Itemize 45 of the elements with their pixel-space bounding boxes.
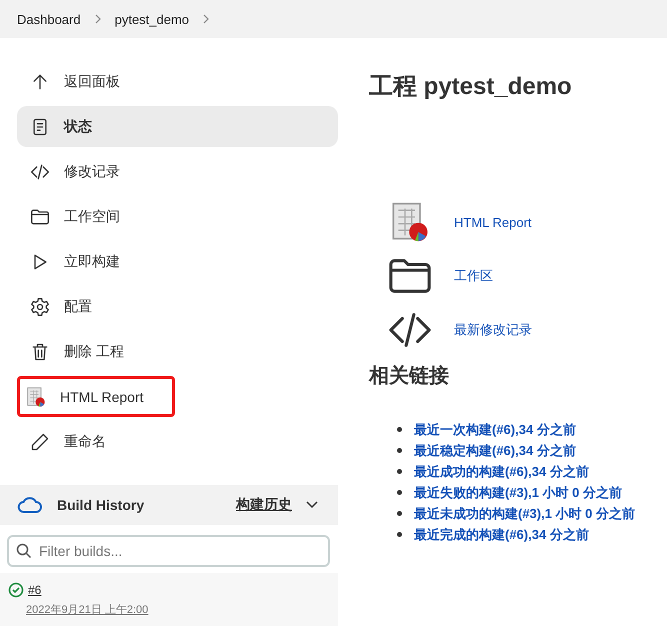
chevron-icon xyxy=(94,14,101,24)
folder-icon xyxy=(30,206,50,226)
trash-icon xyxy=(30,342,50,362)
sidebar-item[interactable]: 删除 工程 xyxy=(17,331,338,372)
action-link[interactable]: 工作区 xyxy=(454,267,493,285)
bullet-icon xyxy=(397,490,402,495)
sidebar-item[interactable]: 修改记录 xyxy=(17,151,338,192)
chevron-icon xyxy=(203,14,210,24)
related-link[interactable]: 最近失败的构建(#3),1 小时 0 分之前 xyxy=(414,484,622,502)
cloud-icon xyxy=(17,496,43,514)
bullet-icon xyxy=(397,469,402,474)
bullet-icon xyxy=(397,427,402,432)
sidebar-item[interactable]: 工作空间 xyxy=(17,196,338,237)
breadcrumb-link[interactable]: Dashboard xyxy=(17,12,81,26)
search-icon xyxy=(16,543,32,559)
sidebar-item[interactable]: 立即构建 xyxy=(17,241,338,282)
sidebar-item[interactable]: 配置 xyxy=(17,286,338,327)
sidebar-item[interactable]: 返回面板 xyxy=(17,61,338,102)
build-history-title: Build History xyxy=(57,497,146,513)
report-icon xyxy=(26,386,46,406)
build-history-link[interactable]: 构建历史 xyxy=(236,496,292,514)
filter-field[interactable]: Filter builds... xyxy=(7,535,330,567)
sidebar-item[interactable]: 重命名 xyxy=(17,421,338,462)
bullet-icon xyxy=(397,532,402,537)
action-link[interactable]: HTML Report xyxy=(454,214,532,230)
build-number-link[interactable]: #6 xyxy=(28,583,42,597)
section-heading: 相关链接 xyxy=(369,364,450,389)
related-link[interactable]: 最近成功的构建(#6),34 分之前 xyxy=(414,462,589,480)
code-icon xyxy=(30,162,50,182)
sidebar-item[interactable]: 状态 xyxy=(17,106,338,147)
related-link[interactable]: 最近稳定构建(#6),34 分之前 xyxy=(414,442,576,460)
chevron-down-icon[interactable] xyxy=(306,501,318,509)
page-title: 工程 pytest_demo xyxy=(369,72,573,102)
bullet-icon xyxy=(397,448,402,453)
related-link[interactable]: 最近完成的构建(#6),34 分之前 xyxy=(414,526,589,544)
build-date-link[interactable]: 2022年9月21日 上午2:00 xyxy=(26,602,330,617)
bullet-icon xyxy=(397,511,402,516)
related-link[interactable]: 最近一次构建(#6),34 分之前 xyxy=(414,420,576,438)
action-link[interactable]: 最新修改记录 xyxy=(454,321,532,339)
highlighted-sidebar-item[interactable]: HTML Report xyxy=(17,376,175,417)
settings-icon xyxy=(30,296,50,316)
related-link[interactable]: 最近未成功的构建(#3),1 小时 0 分之前 xyxy=(414,504,636,522)
breadcrumb-link[interactable]: pytest_demo xyxy=(114,12,190,26)
pencil-icon xyxy=(30,432,50,452)
report-icon xyxy=(390,202,430,242)
